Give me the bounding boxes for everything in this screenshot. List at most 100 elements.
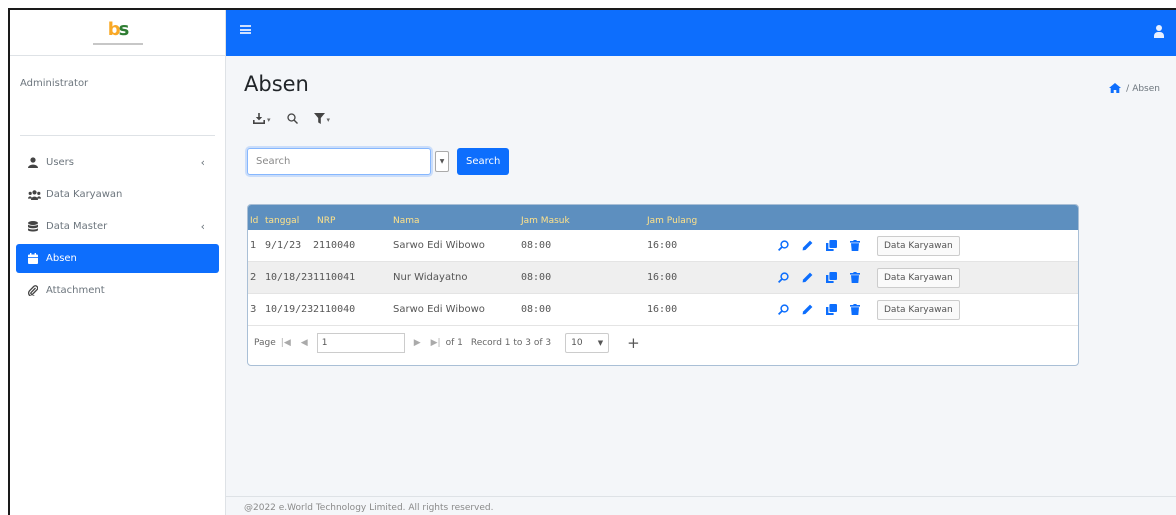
copy-icon[interactable] xyxy=(819,304,843,315)
add-record-button[interactable]: + xyxy=(627,334,640,352)
column-header-jam-pulang[interactable]: Jam Pulang xyxy=(643,216,765,230)
filter-icon xyxy=(313,113,325,127)
search-row: ▼ Search xyxy=(247,148,510,175)
delete-icon[interactable] xyxy=(843,240,867,251)
sidebar-item-label: Attachment xyxy=(46,285,105,296)
cell-id: 3 xyxy=(250,304,257,315)
filter-button[interactable]: ▾ xyxy=(309,110,336,130)
sidebar-nav: Users ‹ Data Karyawan Data Master ‹ Abse… xyxy=(10,148,225,305)
edit-icon[interactable] xyxy=(795,304,819,315)
sidebar-item-label: Users xyxy=(46,157,75,168)
copy-icon[interactable] xyxy=(819,240,843,251)
main-content: Absen / Absen ▾ ▾ Search ▼ Search Id tan… xyxy=(226,56,1176,515)
user-panel: Administrator xyxy=(20,56,215,136)
data-karyawan-button[interactable]: Data Karyawan xyxy=(877,235,960,256)
first-page-icon[interactable]: |◀ xyxy=(281,338,291,348)
logo-icon: bs xyxy=(107,18,130,40)
table-row[interactable]: 1 9/1/23 2110040 Sarwo Edi Wibowo 08:00 … xyxy=(248,230,1078,262)
last-page-icon[interactable]: ▶| xyxy=(431,338,441,348)
sidebar: bs Administrator Users ‹ Data Karyawan D… xyxy=(10,10,226,515)
cell-jam-pulang: 16:00 xyxy=(647,304,678,315)
column-header-jam-masuk[interactable]: Jam Masuk xyxy=(517,216,643,230)
sidebar-item-label: Data Karyawan xyxy=(46,189,123,200)
page-title: Absen xyxy=(244,72,309,96)
pager-page-label: Page xyxy=(254,338,276,348)
cell-id: 2 xyxy=(250,272,257,283)
cell-nrp: 2110040 xyxy=(313,304,356,315)
cell-tanggal: 10/18/23 xyxy=(265,272,313,283)
column-header-nama[interactable]: Nama xyxy=(389,216,517,230)
search-icon xyxy=(286,113,298,127)
logo-tagline-graphic xyxy=(92,42,143,45)
search-options-dropdown[interactable]: ▼ xyxy=(435,151,449,172)
download-icon xyxy=(253,113,265,127)
caret-down-icon: ▾ xyxy=(326,116,331,124)
sidebar-item-users[interactable]: Users ‹ xyxy=(16,148,219,177)
search-input[interactable] xyxy=(247,148,431,175)
prev-page-icon[interactable]: ◀ xyxy=(301,338,308,348)
cell-jam-masuk: 08:00 xyxy=(521,272,552,283)
top-navbar xyxy=(226,10,1176,56)
calendar-icon xyxy=(28,253,46,264)
copy-icon[interactable] xyxy=(819,272,843,283)
row-actions: Data Karyawan xyxy=(765,235,1078,256)
table-row[interactable]: 3 10/19/23 2110040 Sarwo Edi Wibowo 08:0… xyxy=(248,294,1078,326)
row-actions: Data Karyawan xyxy=(765,299,1078,320)
view-icon[interactable] xyxy=(771,272,795,283)
column-header-tanggal[interactable]: tanggal xyxy=(261,216,313,230)
footer: @2022 e.World Technology Limited. All ri… xyxy=(226,496,1176,515)
user-menu-icon[interactable] xyxy=(1154,25,1164,39)
delete-icon[interactable] xyxy=(843,304,867,315)
brand-logo[interactable]: bs xyxy=(10,10,225,56)
cell-nama: Sarwo Edi Wibowo xyxy=(393,240,485,251)
paperclip-icon xyxy=(28,285,46,296)
chevron-left-icon: ‹ xyxy=(200,220,205,233)
sidebar-item-data-karyawan[interactable]: Data Karyawan xyxy=(16,180,219,209)
caret-down-icon: ▾ xyxy=(267,116,271,124)
view-icon[interactable] xyxy=(771,304,795,315)
column-header-id[interactable]: Id xyxy=(248,216,261,230)
cell-tanggal: 9/1/23 xyxy=(265,240,302,251)
users-icon xyxy=(28,189,46,200)
column-header-nrp[interactable]: NRP xyxy=(313,216,389,230)
breadcrumb-separator: / xyxy=(1126,84,1130,94)
delete-icon[interactable] xyxy=(843,272,867,283)
footer-copyright: @2022 e.World Technology Limited. All ri… xyxy=(244,503,494,513)
search-toggle-button[interactable] xyxy=(282,110,303,130)
table-row[interactable]: 2 10/18/23 1110041 Nur Widayatno 08:00 1… xyxy=(248,262,1078,294)
sidebar-item-label: Absen xyxy=(46,253,77,264)
search-button[interactable]: Search xyxy=(457,148,510,175)
cell-jam-pulang: 16:00 xyxy=(647,272,678,283)
cell-tanggal: 10/19/23 xyxy=(265,304,313,315)
home-icon[interactable] xyxy=(1109,82,1122,96)
sidebar-item-attachment[interactable]: Attachment xyxy=(16,276,219,305)
next-page-icon[interactable]: ▶ xyxy=(414,338,421,348)
edit-icon[interactable] xyxy=(795,272,819,283)
user-name[interactable]: Administrator xyxy=(20,78,88,89)
sidebar-item-data-master[interactable]: Data Master ‹ xyxy=(16,212,219,241)
grid-header: Id tanggal NRP Nama Jam Masuk Jam Pulang xyxy=(248,205,1078,230)
edit-icon[interactable] xyxy=(795,240,819,251)
database-icon xyxy=(28,221,46,232)
grid-pager: Page |◀ ◀ ▶ ▶| of 1 Record 1 to 3 of 3 1… xyxy=(248,327,1078,359)
cell-id: 1 xyxy=(250,240,257,251)
page-size-value: 10 xyxy=(571,338,583,348)
data-karyawan-button[interactable]: Data Karyawan xyxy=(877,267,960,288)
cell-jam-masuk: 08:00 xyxy=(521,240,552,251)
page-number-input[interactable] xyxy=(316,333,405,353)
export-button[interactable]: ▾ xyxy=(248,110,276,130)
pager-record-label: Record 1 to 3 of 3 xyxy=(470,338,552,348)
hamburger-menu-icon[interactable] xyxy=(240,25,251,34)
breadcrumb: / Absen xyxy=(1109,82,1160,96)
data-grid: Id tanggal NRP Nama Jam Masuk Jam Pulang… xyxy=(247,204,1079,366)
page-size-select[interactable]: 10 ▼ xyxy=(565,333,610,353)
app-window: bs Administrator Users ‹ Data Karyawan D… xyxy=(8,8,1176,515)
pager-of-label: of 1 xyxy=(445,338,463,348)
sidebar-item-label: Data Master xyxy=(46,221,108,232)
breadcrumb-current: Absen xyxy=(1132,84,1160,94)
cell-nrp: 1110041 xyxy=(313,272,356,283)
user-icon xyxy=(28,157,46,168)
view-icon[interactable] xyxy=(771,240,795,251)
data-karyawan-button[interactable]: Data Karyawan xyxy=(877,299,960,320)
sidebar-item-absen[interactable]: Absen xyxy=(16,244,219,273)
